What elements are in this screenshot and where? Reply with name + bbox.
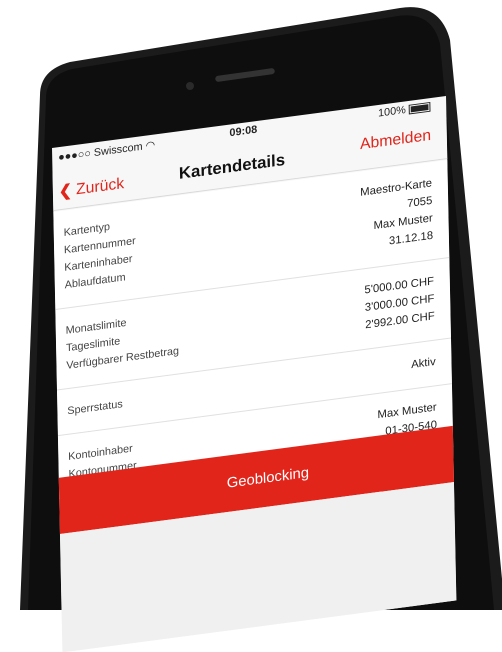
page-title: Kartendetails [178,150,286,183]
clock: 09:08 [229,123,258,140]
lock-status-badge: Aktiv [411,356,436,371]
camera-icon [186,82,194,90]
battery-icon [408,102,431,115]
back-button[interactable]: ❮ Zurück [59,174,125,202]
phone-screen: ●●●○○ Swisscom ◠ 09:08 100% ❮ Zurück Kart… [52,96,457,652]
logout-button[interactable]: Abmelden [360,127,431,154]
wifi-icon: ◠ [145,139,156,153]
battery-indicator: 100% [378,101,431,120]
chevron-left-icon: ❮ [58,182,73,201]
